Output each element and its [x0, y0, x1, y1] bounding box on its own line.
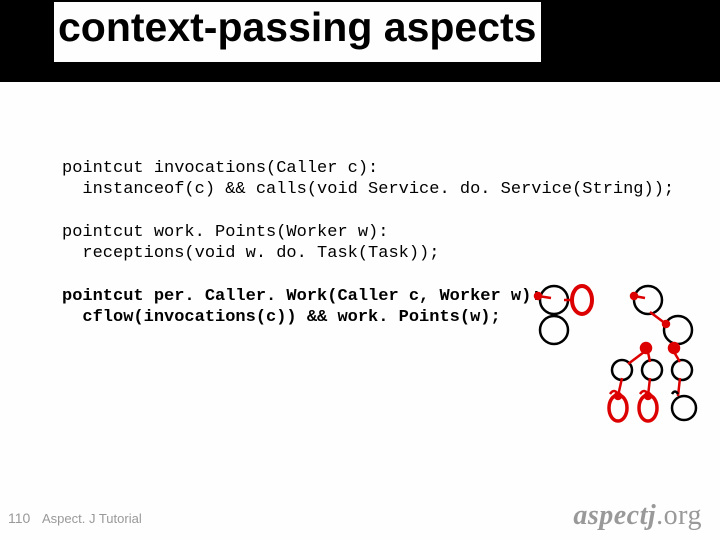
logo-name: aspectj [573, 500, 656, 531]
tree-diagram [518, 278, 708, 438]
code-line-bold: cflow(invocations(c)) && work. Points(w)… [62, 308, 501, 327]
slide: context-passing aspects pointcut invocat… [0, 0, 720, 540]
page-title: context-passing aspects [54, 2, 541, 62]
code-line: instanceof(c) && calls(void Service. do.… [62, 180, 674, 199]
slide-number: 110 [8, 510, 30, 526]
code-line: receptions(void w. do. Task(Task)); [62, 244, 439, 263]
logo: aspectj.org [573, 500, 702, 532]
footer-text: Aspect. J Tutorial [42, 511, 142, 526]
code-line-bold: pointcut per. Caller. Work(Caller c, Wor… [62, 287, 541, 306]
logo-suffix: .org [656, 500, 702, 531]
code-line: pointcut invocations(Caller c): [62, 159, 378, 178]
code-line: pointcut work. Points(Worker w): [62, 223, 388, 242]
